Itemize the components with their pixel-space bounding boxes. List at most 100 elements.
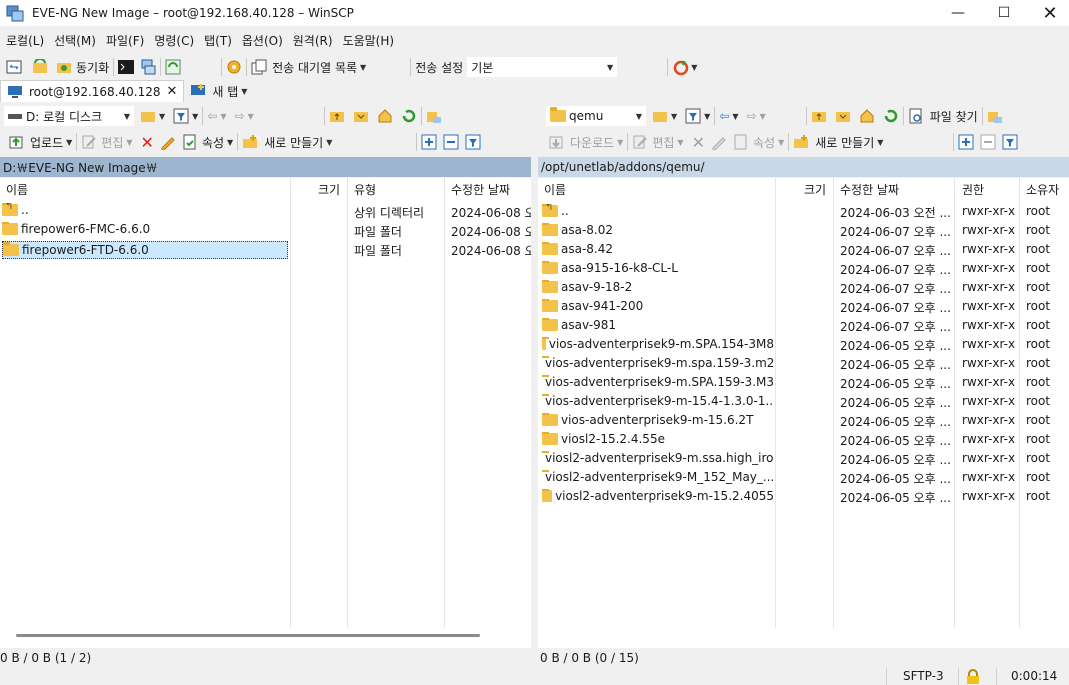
table-row[interactable]: .. 상위 디렉터리 2024-06-08 오 [0, 202, 531, 221]
root-dir-icon[interactable] [835, 108, 851, 124]
table-row[interactable]: vios-adventerprisek9-m-15.4-1.3.0-1... 2… [538, 392, 1069, 411]
preferences-icon[interactable] [226, 59, 242, 75]
open-folder-icon[interactable] [140, 108, 156, 124]
deselect-icon[interactable] [980, 134, 996, 150]
new-folder-icon[interactable] [793, 134, 809, 150]
menu-local[interactable]: 로컬(L) [0, 32, 48, 49]
menu-remote[interactable]: 원격(R) [287, 32, 337, 49]
table-row[interactable]: .. 2024-06-03 오전 ... rwxr-xr-x root [538, 202, 1069, 221]
col-size[interactable]: 크기 [318, 181, 340, 198]
select-all-icon[interactable] [958, 134, 974, 150]
sync-button[interactable]: 동기화 [76, 59, 109, 76]
table-row[interactable]: asa-8.42 2024-06-07 오후 ... rwxr-xr-x roo… [538, 240, 1069, 259]
new-button[interactable]: 새로 만들기 [815, 134, 874, 151]
sync-icon[interactable] [56, 59, 72, 75]
upload-dropdown-icon[interactable]: ▼ [66, 138, 72, 147]
col-name[interactable]: 이름 [6, 181, 28, 198]
open-folder-dropdown-icon[interactable]: ▼ [159, 112, 165, 121]
filter-dropdown-icon[interactable]: ▼ [704, 112, 710, 121]
edit-button[interactable]: 편집 [101, 134, 123, 151]
rename-icon[interactable] [711, 134, 727, 151]
queue-dropdown-icon[interactable]: ▼ [360, 63, 366, 72]
new-folder-icon[interactable] [242, 134, 258, 150]
edit-icon[interactable] [632, 134, 648, 150]
menu-select[interactable]: 선택(M) [48, 32, 100, 49]
forward-icon[interactable]: ⇨ [235, 109, 245, 123]
menu-options[interactable]: 옵션(O) [236, 32, 287, 49]
table-row[interactable]: asav-981 2024-06-07 오후 ... rwxr-xr-x roo… [538, 316, 1069, 335]
rename-icon[interactable] [160, 134, 176, 151]
new-tab-button[interactable]: 새 탭 ▼ [190, 83, 247, 100]
session-sync-icon[interactable] [672, 59, 689, 76]
properties-icon[interactable] [733, 134, 749, 150]
back-icon[interactable]: ⇦ [719, 109, 729, 123]
edit-dropdown-icon[interactable]: ▼ [126, 138, 132, 147]
menu-file[interactable]: 파일(F) [100, 32, 148, 49]
delete-icon[interactable]: ✕ [141, 133, 154, 152]
col-permissions[interactable]: 권한 [962, 181, 984, 198]
col-date[interactable]: 수정한 날짜 [451, 181, 510, 198]
col-name[interactable]: 이름 [544, 181, 566, 198]
putty-icon[interactable] [140, 59, 156, 75]
table-row[interactable]: viosl2-adventerprisek9-m.ssa.high_iro...… [538, 449, 1069, 468]
back-dropdown-icon[interactable]: ▼ [220, 112, 226, 121]
local-drive-select[interactable]: D: 로컬 디스크 ▼ [4, 106, 134, 126]
properties-icon[interactable] [182, 134, 198, 150]
open-folder-icon[interactable] [652, 108, 668, 124]
close-tab-icon[interactable]: ✕ [166, 84, 177, 99]
table-row[interactable]: vios-adventerprisek9-m.SPA.159-3.M3 2024… [538, 373, 1069, 392]
compare-dirs-icon[interactable] [6, 59, 22, 75]
filter-icon[interactable] [173, 108, 189, 124]
edit-button[interactable]: 편집 [652, 134, 674, 151]
filter-icon[interactable] [685, 108, 701, 124]
edit-icon[interactable] [81, 134, 97, 150]
horizontal-scrollbar[interactable] [16, 634, 480, 637]
filter-select-icon[interactable] [1002, 134, 1018, 150]
table-row[interactable]: firepower6-FMC-6.6.0 파일 폴더 2024-06-08 오 [0, 221, 531, 240]
new-dropdown-icon[interactable]: ▼ [326, 138, 332, 147]
parent-dir-icon[interactable] [329, 108, 345, 124]
refresh-icon[interactable] [401, 108, 417, 124]
download-button[interactable]: 다운로드 [570, 134, 614, 151]
table-row[interactable]: vios-adventerprisek9-m.SPA.154-3M8 2024-… [538, 335, 1069, 354]
home-icon[interactable] [859, 108, 875, 124]
local-file-panel[interactable]: 이름 ^ 크기 유형 수정한 날짜 .. 상위 디렉터리 2024-06-08 … [0, 178, 531, 648]
find-icon[interactable] [426, 108, 442, 124]
properties-button[interactable]: 속성 [202, 134, 224, 151]
transfer-settings-select[interactable]: 기본 ▼ [467, 57, 618, 77]
filter-select-icon[interactable] [465, 134, 481, 150]
table-row[interactable]: firepower6-FTD-6.6.0 파일 폴더 2024-06-08 오 [0, 240, 531, 259]
home-icon[interactable] [377, 108, 393, 124]
menu-help[interactable]: 도움말(H) [337, 32, 399, 49]
close-icon[interactable]: ✕ [1027, 0, 1069, 26]
terminal-icon[interactable] [118, 59, 135, 75]
find-icon[interactable] [987, 108, 1003, 124]
table-row[interactable]: asa-8.02 2024-06-07 오후 ... rwxr-xr-x roo… [538, 221, 1069, 240]
edit-dropdown-icon[interactable]: ▼ [677, 138, 683, 147]
session-tab[interactable]: root@192.168.40.128 ✕ [0, 80, 185, 102]
refresh-queue-icon[interactable] [165, 59, 181, 75]
table-row[interactable]: viosl2-adventerprisek9-M_152_May_... 202… [538, 468, 1069, 487]
table-row[interactable]: asav-9-18-2 2024-06-07 오후 ... rwxr-xr-x … [538, 278, 1069, 297]
download-dropdown-icon[interactable]: ▼ [617, 138, 623, 147]
table-row[interactable]: asa-915-16-k8-CL-L 2024-06-07 오후 ... rwx… [538, 259, 1069, 278]
filter-dropdown-icon[interactable]: ▼ [192, 112, 198, 121]
table-row[interactable]: vios-adventerprisek9-m-15.6.2T 2024-06-0… [538, 411, 1069, 430]
new-dropdown-icon[interactable]: ▼ [877, 138, 883, 147]
download-icon[interactable] [548, 134, 564, 150]
maximize-icon[interactable]: ☐ [981, 0, 1027, 26]
sync-browse-icon[interactable] [32, 58, 48, 75]
select-all-icon[interactable] [421, 134, 437, 150]
col-type[interactable]: 유형 [354, 181, 376, 198]
table-row[interactable]: vios-adventerprisek9-m.spa.159-3.m2 2024… [538, 354, 1069, 373]
forward-icon[interactable]: ⇨ [747, 109, 757, 123]
table-row[interactable]: viosl2-adventerprisek9-m-15.2.4055 2024-… [538, 487, 1069, 506]
parent-dir-icon[interactable] [811, 108, 827, 124]
forward-dropdown-icon[interactable]: ▼ [248, 112, 254, 121]
new-tab-dropdown-icon[interactable]: ▼ [241, 87, 247, 96]
find-files-button[interactable]: 파일 찾기 [930, 108, 978, 125]
upload-button[interactable]: 업로드 [30, 134, 63, 151]
remote-file-panel[interactable]: 이름 ^ 크기 수정한 날짜 권한 소유자 .. 2024-06-03 오전 .… [538, 178, 1069, 648]
col-date[interactable]: 수정한 날짜 [840, 181, 899, 198]
menu-command[interactable]: 명령(C) [148, 32, 198, 49]
